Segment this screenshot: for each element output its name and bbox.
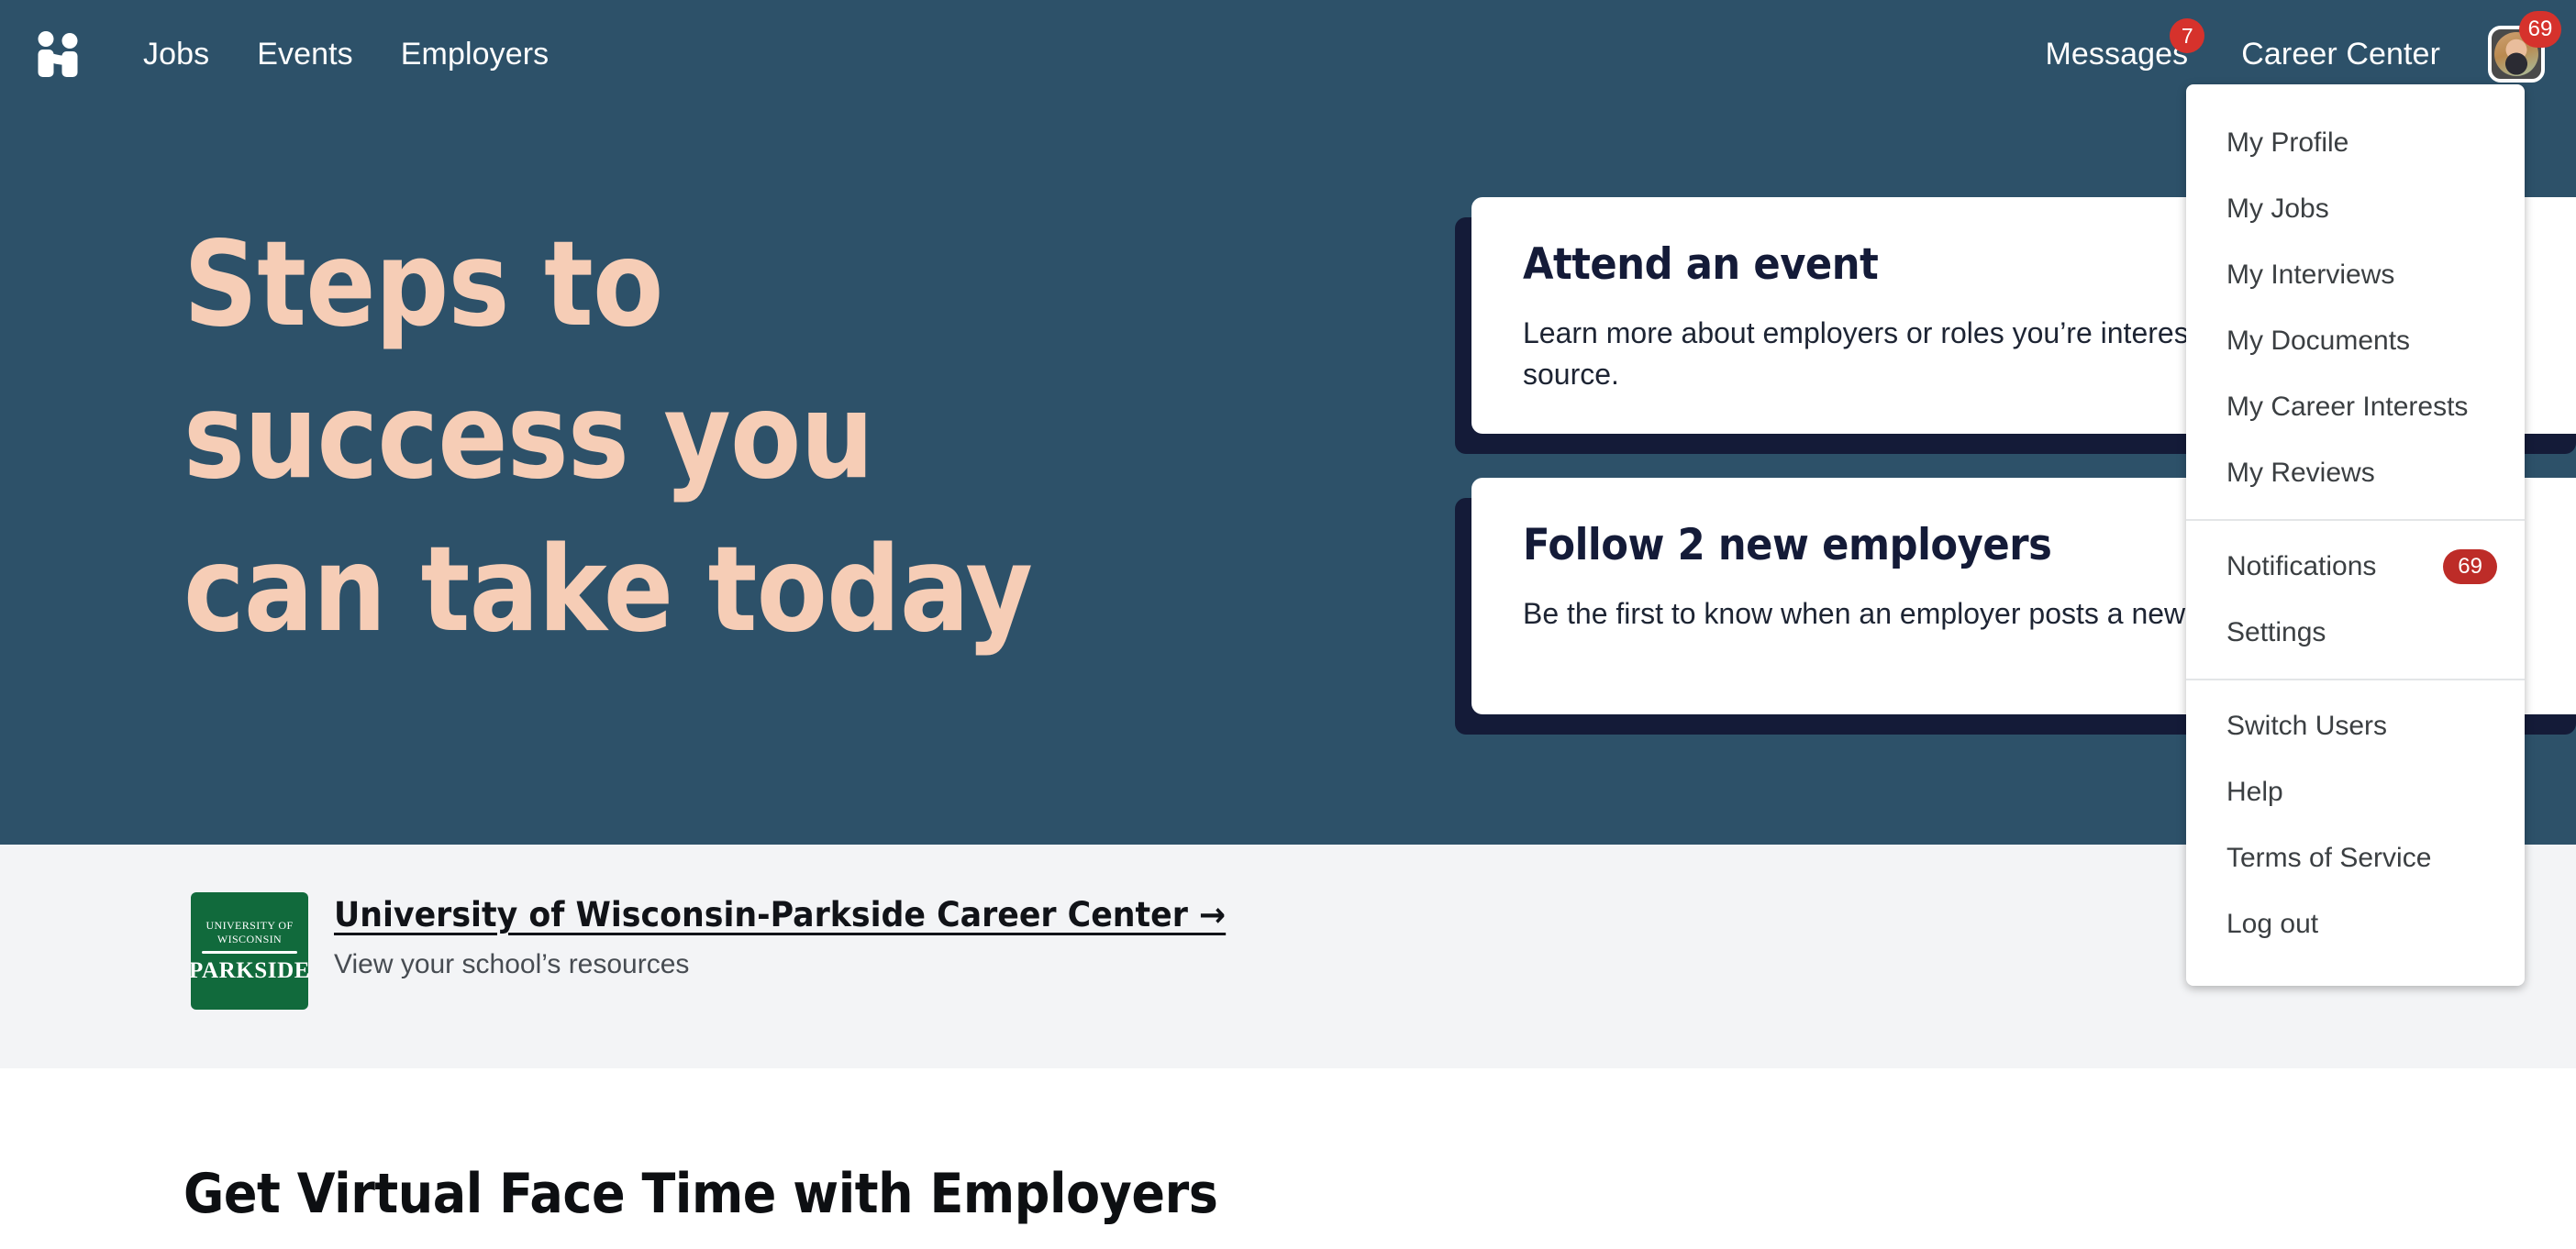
page-title: Steps to success you can take today: [183, 209, 1216, 667]
menu-item-label: Notifications: [2226, 551, 2377, 581]
menu-item-label: Switch Users: [2226, 711, 2388, 741]
menu-item-my-profile[interactable]: My Profile: [2186, 110, 2525, 176]
nav-link-events[interactable]: Events: [257, 39, 353, 70]
menu-item-my-jobs[interactable]: My Jobs: [2186, 176, 2525, 242]
avatar[interactable]: 69: [2488, 11, 2561, 83]
nav-link-jobs[interactable]: Jobs: [143, 39, 209, 70]
nav-link-employers[interactable]: Employers: [401, 39, 550, 70]
menu-item-my-career-interests[interactable]: My Career Interests: [2186, 374, 2525, 440]
notifications-badge: 69: [2519, 11, 2561, 48]
career-center-subtitle: View your school’s resources: [334, 948, 690, 979]
nav-link-career-center[interactable]: Career Center: [2241, 39, 2440, 70]
nav-link-messages[interactable]: Messages: [2046, 39, 2189, 70]
menu-item-terms-of-service[interactable]: Terms of Service: [2186, 825, 2525, 891]
school-logo-line-2: WISCONSIN: [217, 932, 283, 945]
menu-item-my-interviews[interactable]: My Interviews: [2186, 242, 2525, 308]
menu-item-label: Terms of Service: [2226, 843, 2432, 873]
menu-item-notifications[interactable]: Notifications 69: [2186, 534, 2525, 600]
menu-item-settings[interactable]: Settings: [2186, 600, 2525, 666]
school-logo-divider: [202, 950, 297, 954]
messages-unread-badge: 7: [2170, 18, 2205, 53]
dropdown-group-profile: My Profile My Jobs My Interviews My Docu…: [2186, 97, 2525, 519]
hero-title-line-1: Steps to: [183, 216, 663, 353]
banner-text: University of Wisconsin-Parkside Career …: [334, 892, 1282, 981]
nav-career-center-item[interactable]: Career Center: [2241, 39, 2440, 70]
career-center-link[interactable]: University of Wisconsin-Parkside Career …: [334, 895, 1226, 935]
school-logo-line-1: UNIVERSITY OF: [205, 918, 294, 932]
hero-title-line-3: can take today: [183, 521, 1033, 658]
section-heading: Get Virtual Face Time with Employers: [183, 1162, 1218, 1226]
menu-item-label: My Jobs: [2226, 193, 2329, 224]
menu-item-label: My Profile: [2226, 127, 2349, 158]
menu-item-label: Settings: [2226, 617, 2326, 647]
dropdown-group-other: Switch Users Help Terms of Service Log o…: [2186, 679, 2525, 970]
menu-item-switch-users[interactable]: Switch Users: [2186, 693, 2525, 759]
nav-messages-item[interactable]: Messages 7: [2046, 18, 2205, 70]
school-logo-main: PARKSIDE: [191, 957, 308, 983]
menu-item-my-reviews[interactable]: My Reviews: [2186, 440, 2525, 506]
nav-right-group: Messages 7 Career Center 69: [2046, 11, 2576, 83]
nav-left-group: Jobs Events Employers: [0, 28, 596, 81]
menu-item-label: My Reviews: [2226, 458, 2375, 488]
menu-item-help[interactable]: Help: [2186, 759, 2525, 825]
menu-item-label: Help: [2226, 777, 2283, 807]
menu-item-label: Log out: [2226, 909, 2319, 939]
hero-title-line-2: success you: [183, 369, 874, 506]
handshake-home-page: Jobs Events Employers Messages 7 Career …: [0, 0, 2576, 1249]
handshake-logo-icon[interactable]: [31, 28, 84, 81]
menu-item-log-out[interactable]: Log out: [2186, 891, 2525, 957]
dropdown-group-account: Notifications 69 Settings: [2186, 519, 2525, 679]
account-dropdown-menu: My Profile My Jobs My Interviews My Docu…: [2186, 84, 2525, 986]
menu-item-label: My Interviews: [2226, 260, 2395, 290]
school-logo-icon: UNIVERSITY OF WISCONSIN PARKSIDE: [191, 892, 308, 1010]
menu-item-label: My Documents: [2226, 326, 2411, 356]
notifications-count-badge: 69: [2443, 549, 2497, 584]
menu-item-label: My Career Interests: [2226, 392, 2469, 422]
menu-item-my-documents[interactable]: My Documents: [2186, 308, 2525, 374]
